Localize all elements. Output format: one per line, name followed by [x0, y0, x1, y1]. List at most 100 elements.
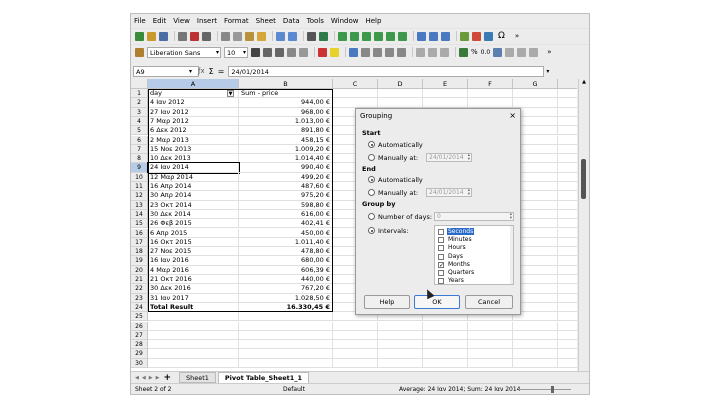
column-header-e[interactable]: E	[423, 79, 468, 89]
currency-icon[interactable]	[459, 47, 468, 57]
empty-cell[interactable]	[558, 219, 577, 229]
pivot-header-day[interactable]: day	[148, 89, 239, 99]
cell-day[interactable]: 4 Ιαν 2012	[148, 98, 239, 108]
pivot-icon[interactable]	[484, 31, 493, 41]
column-header-c[interactable]: C	[333, 79, 378, 89]
empty-cell[interactable]	[468, 330, 513, 341]
interval-label-months[interactable]: Months	[447, 261, 471, 268]
menu-tools[interactable]: Tools	[307, 17, 324, 25]
cell-sum-price[interactable]: 1.009,20 €	[239, 144, 333, 155]
row-header[interactable]: 30	[131, 358, 148, 368]
row-header[interactable]: 26	[131, 321, 148, 331]
align-left-icon[interactable]	[349, 47, 358, 57]
empty-cell[interactable]	[423, 340, 468, 350]
cell-day[interactable]	[148, 349, 239, 359]
cell-sum-price[interactable]: 944,00 €	[239, 98, 333, 108]
empty-cell[interactable]	[423, 358, 468, 368]
column-header-b[interactable]: B	[239, 79, 333, 89]
interval-label-quarters[interactable]: Quarters	[447, 269, 475, 276]
empty-cell[interactable]	[333, 358, 378, 368]
cell-day[interactable]: 21 Οκτ 2016	[148, 275, 239, 285]
row-header[interactable]: 9	[131, 163, 148, 173]
open-icon[interactable]	[147, 31, 156, 41]
cell-day[interactable]: Total Result	[148, 302, 239, 313]
empty-cell[interactable]	[558, 340, 577, 350]
delete-row-icon[interactable]	[386, 31, 395, 41]
cell-sum-price[interactable]: 680,00 €	[239, 256, 333, 266]
chart-icon[interactable]	[472, 31, 481, 41]
cell-day[interactable]: 2 Μαρ 2013	[148, 135, 239, 145]
wrap-icon[interactable]	[385, 47, 394, 57]
empty-cell[interactable]	[378, 340, 423, 350]
copy-icon[interactable]	[233, 31, 242, 41]
cell-day[interactable]	[148, 358, 239, 368]
align-center-icon[interactable]	[361, 47, 370, 57]
empty-cell[interactable]	[513, 340, 558, 350]
menu-view[interactable]: View	[173, 17, 190, 25]
number-of-days-radio[interactable]	[368, 213, 375, 220]
cell-sum-price[interactable]: 968,00 €	[239, 107, 333, 117]
start-date-spin[interactable]: 24/01/2014 ▴ ▾	[426, 153, 472, 162]
autofilter-icon[interactable]	[441, 31, 450, 41]
empty-cell[interactable]	[333, 349, 378, 359]
row-header[interactable]: 12	[131, 191, 148, 201]
indent-icon[interactable]	[529, 47, 539, 57]
font-color-icon[interactable]	[318, 47, 327, 57]
prev-sheet-icon[interactable]: ◀	[142, 375, 146, 381]
vertical-scrollbar[interactable]: ▲	[578, 79, 589, 379]
date-format-icon[interactable]	[493, 47, 503, 57]
cell-day[interactable]: 7 Μαρ 2012	[148, 116, 239, 127]
help-button[interactable]: Help	[364, 295, 410, 309]
empty-cell[interactable]	[558, 322, 577, 331]
undo-icon[interactable]	[276, 31, 285, 41]
empty-cell[interactable]	[423, 321, 468, 331]
empty-cell[interactable]	[423, 330, 468, 341]
empty-cell[interactable]	[558, 201, 577, 210]
empty-cell[interactable]	[558, 191, 577, 201]
cell-sum-price[interactable]	[239, 340, 333, 350]
empty-cell[interactable]	[558, 247, 577, 257]
interval-label-minutes[interactable]: Minutes	[447, 236, 473, 243]
delete-col-icon[interactable]	[398, 31, 407, 41]
cell-day[interactable]	[148, 312, 239, 322]
row-header[interactable]: 20	[131, 265, 148, 275]
row-header[interactable]: 15	[131, 219, 148, 229]
cell-sum-price[interactable]: 16.330,45 €	[239, 302, 333, 313]
interval-label-hours[interactable]: Hours	[447, 244, 467, 251]
row-header[interactable]: 14	[131, 209, 148, 220]
scroll-up-icon[interactable]: ▲	[580, 79, 588, 87]
empty-cell[interactable]	[558, 256, 577, 266]
tab-pivot-table[interactable]: Pivot Table_Sheet1_1	[217, 372, 310, 383]
interval-checkbox-hours[interactable]	[438, 245, 444, 252]
menu-insert[interactable]: Insert	[197, 17, 217, 25]
status-summary[interactable]: Average: 24 Ιαν 2014; Sum: 24 Ιαν 2014	[399, 384, 520, 394]
vertical-scroll-thumb[interactable]	[581, 159, 586, 199]
number-of-days-label[interactable]: Number of days:	[378, 213, 432, 221]
cell-sum-price[interactable]: 767,20 €	[239, 284, 333, 294]
cell-sum-price[interactable]: 499,20 €	[239, 172, 333, 182]
ok-button[interactable]: OK	[414, 295, 460, 309]
toolbar-overflow-icon[interactable]: »	[547, 48, 551, 56]
insert-col-icon[interactable]	[374, 31, 383, 41]
empty-cell[interactable]	[333, 98, 378, 108]
cell-day[interactable]	[148, 321, 239, 331]
pdf-icon[interactable]	[190, 31, 199, 41]
align-bottom-icon[interactable]	[440, 47, 449, 57]
cell-sum-price[interactable]: 598,80 €	[239, 200, 333, 210]
empty-cell[interactable]	[513, 349, 558, 359]
empty-cell[interactable]	[558, 163, 577, 173]
percent-icon[interactable]: %	[471, 48, 478, 56]
close-icon[interactable]: ×	[509, 111, 516, 120]
row-header[interactable]: 16	[131, 228, 148, 238]
export-icon[interactable]	[178, 31, 187, 41]
menu-format[interactable]: Format	[224, 17, 249, 25]
cell-day[interactable]: 12 Μαρ 2014	[148, 172, 239, 182]
empty-cell[interactable]	[558, 117, 577, 127]
empty-cell[interactable]	[558, 210, 577, 220]
clear-format-icon[interactable]	[299, 47, 308, 57]
empty-cell[interactable]	[558, 136, 577, 145]
styles-icon[interactable]	[135, 47, 144, 57]
cell-sum-price[interactable]: 1.028,50 €	[239, 293, 333, 303]
cell-sum-price[interactable]: 616,00 €	[239, 209, 333, 220]
intervals-label[interactable]: Intervals:	[378, 227, 408, 235]
